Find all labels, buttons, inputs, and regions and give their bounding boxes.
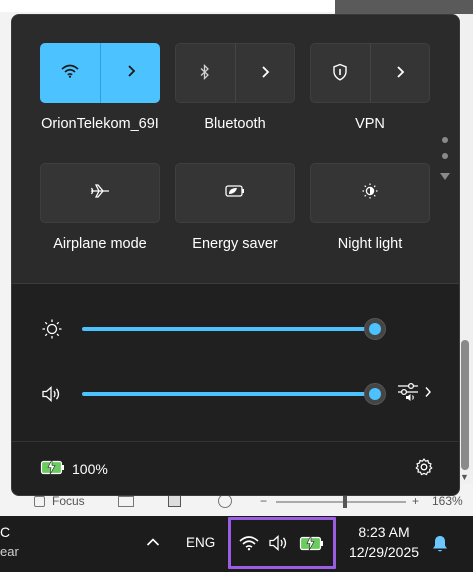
bluetooth-tile-label: Bluetooth bbox=[204, 116, 266, 132]
chevron-right-icon bbox=[395, 65, 405, 84]
page-indicator[interactable] bbox=[440, 137, 450, 187]
volume-slider-thumb[interactable] bbox=[364, 383, 386, 405]
wifi-tile[interactable] bbox=[40, 43, 160, 103]
wifi-tile-label: OrionTelekom_69I bbox=[41, 116, 159, 132]
speaker-icon[interactable] bbox=[40, 382, 64, 406]
notifications-bell-icon[interactable] bbox=[428, 532, 452, 556]
chevron-right-icon bbox=[424, 385, 432, 403]
zoom-out-button[interactable]: − bbox=[260, 494, 267, 508]
page-dot[interactable] bbox=[442, 137, 448, 143]
bluetooth-tile[interactable] bbox=[175, 43, 295, 103]
chevron-right-icon bbox=[126, 64, 136, 83]
footer-divider bbox=[12, 441, 459, 442]
chevron-right-icon bbox=[260, 65, 270, 84]
input-language-indicator[interactable]: ENG bbox=[186, 535, 215, 550]
taskbar: C ear ENG 8:23 AM 12/29/2025 bbox=[0, 516, 473, 572]
settings-button[interactable] bbox=[412, 457, 436, 481]
next-page-arrow-icon[interactable] bbox=[440, 173, 450, 180]
quick-settings-tray-button[interactable] bbox=[228, 517, 336, 569]
speaker-icon bbox=[268, 534, 290, 552]
sound-mixer-icon bbox=[396, 381, 420, 408]
zoom-slider-knob[interactable] bbox=[343, 494, 347, 508]
brightness-slider-track[interactable] bbox=[82, 327, 375, 331]
vpn-expand-button[interactable] bbox=[369, 44, 429, 102]
background-app-dark-panel bbox=[335, 0, 473, 14]
battery-percentage: 100% bbox=[72, 460, 108, 477]
shield-icon bbox=[332, 63, 348, 86]
vpn-tile[interactable] bbox=[310, 43, 430, 103]
focus-icon[interactable] bbox=[34, 496, 45, 507]
brightness-slider-row bbox=[12, 314, 459, 344]
vpn-tile-label: VPN bbox=[355, 116, 385, 132]
audio-output-selector-button[interactable] bbox=[396, 381, 436, 407]
airplane-mode-label: Airplane mode bbox=[53, 236, 147, 252]
chevron-up-icon bbox=[146, 534, 160, 552]
battery-charging-icon bbox=[40, 459, 66, 478]
quick-settings-flyout: OrionTelekom_69I Bluetooth VPN Airplane … bbox=[11, 14, 460, 496]
wifi-icon bbox=[61, 64, 79, 83]
night-light-icon bbox=[361, 182, 379, 205]
battery-charging-icon bbox=[299, 535, 325, 551]
zoom-in-button[interactable]: + bbox=[412, 494, 419, 508]
bluetooth-toggle[interactable] bbox=[176, 44, 235, 102]
show-hidden-icons-button[interactable] bbox=[140, 530, 166, 556]
clock-time[interactable]: 8:23 AM bbox=[344, 524, 424, 540]
focus-button[interactable]: Focus bbox=[52, 494, 85, 508]
leaf-battery-icon bbox=[224, 184, 246, 203]
battery-status[interactable]: 100% bbox=[40, 459, 108, 478]
night-light-tile[interactable] bbox=[310, 163, 430, 223]
bluetooth-icon bbox=[199, 63, 211, 85]
weather-widget-condition[interactable]: ear bbox=[0, 544, 19, 559]
web-layout-icon[interactable] bbox=[218, 494, 232, 508]
read-mode-icon[interactable] bbox=[118, 496, 134, 507]
wifi-toggle[interactable] bbox=[40, 43, 100, 103]
wifi-icon bbox=[239, 535, 259, 551]
airplane-mode-tile[interactable] bbox=[40, 163, 160, 223]
wifi-expand-button[interactable] bbox=[100, 43, 160, 103]
energy-saver-tile[interactable] bbox=[175, 163, 295, 223]
volume-slider-row bbox=[12, 379, 459, 409]
clock-date[interactable]: 12/29/2025 bbox=[342, 544, 426, 560]
volume-slider-track[interactable] bbox=[82, 392, 375, 396]
zoom-slider-track[interactable] bbox=[276, 501, 406, 503]
sun-icon bbox=[40, 317, 64, 341]
vpn-toggle[interactable] bbox=[311, 44, 370, 102]
scroll-down-arrow-icon[interactable]: ▼ bbox=[460, 472, 469, 482]
night-light-label: Night light bbox=[337, 236, 403, 252]
airplane-icon bbox=[90, 183, 110, 204]
divider bbox=[12, 283, 459, 284]
gear-icon bbox=[414, 457, 434, 482]
background-scroll-thumb[interactable] bbox=[461, 340, 469, 470]
page-dot[interactable] bbox=[442, 153, 448, 159]
zoom-level[interactable]: 163% bbox=[432, 494, 463, 508]
bluetooth-expand-button[interactable] bbox=[234, 44, 294, 102]
brightness-slider-thumb[interactable] bbox=[364, 318, 386, 340]
energy-saver-label: Energy saver bbox=[192, 236, 278, 252]
weather-widget-temp[interactable]: C bbox=[0, 524, 10, 540]
